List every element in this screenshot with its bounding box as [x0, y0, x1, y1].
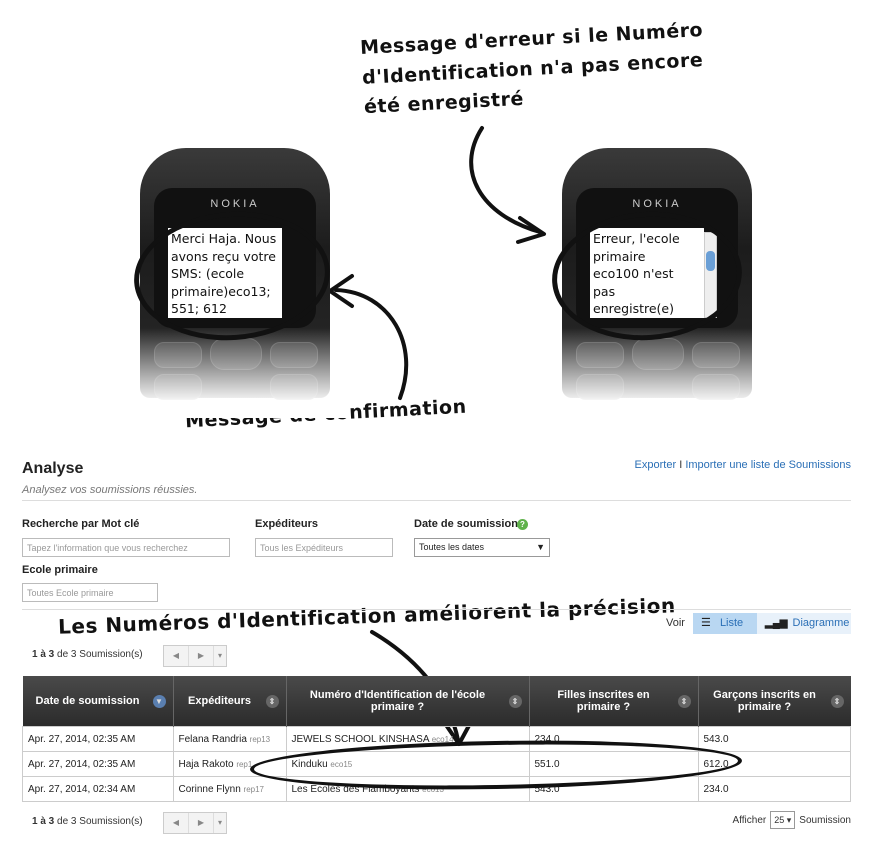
senders-input[interactable]: Tous les Expéditeurs — [255, 538, 393, 557]
view-list-button[interactable]: ☰ Liste — [693, 613, 757, 634]
help-icon[interactable]: ? — [517, 519, 528, 530]
page-title: Analyse — [22, 460, 84, 477]
prev-page-icon[interactable]: ◀ — [164, 646, 189, 666]
pagination-top[interactable]: ◀ ▶ ▾ — [163, 645, 227, 667]
col-boys[interactable]: Garçons inscrits en primaire ? ⇕ — [698, 676, 851, 727]
date-select[interactable]: Toutes les dates ▼ — [414, 538, 550, 557]
page-size-control: Afficher 25 ▾ Soumission — [732, 811, 851, 829]
phone-fade — [542, 328, 772, 418]
next-page-icon[interactable]: ▶ — [189, 813, 214, 833]
phone-fade — [120, 328, 350, 418]
school-input[interactable]: Toutes Ecole primaire — [22, 583, 158, 602]
col-sender[interactable]: Expéditeurs ⇕ — [173, 676, 287, 727]
view-label: Voir — [666, 617, 685, 629]
table-header-row: Date de soumission ▼ Expéditeurs ⇕ Numéro … — [22, 676, 851, 727]
view-chart-label: Diagramme — [792, 617, 850, 629]
col-girls[interactable]: Filles inscrites en primaire ? ⇕ — [529, 676, 699, 727]
cell-boys: 234.0 — [697, 776, 851, 802]
phone-brand: NOKIA — [632, 198, 682, 210]
cell-sender: Felana Randria rep13 — [172, 726, 287, 752]
cell-sender: Corinne Flynn rep17 — [172, 776, 287, 802]
annotation-error-line3: été enregistré — [363, 87, 525, 119]
export-link[interactable]: Exporter — [635, 459, 677, 471]
keyword-label: Recherche par Mot clé — [22, 518, 140, 530]
col-date[interactable]: Date de soumission ▼ — [22, 676, 174, 727]
sort-icon[interactable]: ⇕ — [265, 695, 279, 708]
page-menu-icon[interactable]: ▾ — [214, 813, 226, 833]
keyword-search-input[interactable]: Tapez l'information que vous recherchez — [22, 538, 230, 557]
sort-icon[interactable]: ⇕ — [508, 695, 522, 708]
cell-date: Apr. 27, 2014, 02:35 AM — [22, 726, 174, 752]
page-size-value: 25 — [774, 815, 785, 825]
arrowhead-error — [516, 216, 546, 244]
col-school-id[interactable]: Numéro d'Identification de l'école prima… — [286, 676, 530, 727]
view-chart-button[interactable]: ▂▄▆ Diagramme — [757, 613, 851, 634]
chevron-down-icon: ▾ — [786, 815, 792, 825]
pagination-bottom[interactable]: ◀ ▶ ▾ — [163, 812, 227, 834]
view-list-label: Liste — [719, 617, 744, 629]
arrowhead-confirm — [328, 274, 354, 308]
page-menu-icon[interactable]: ▾ — [214, 646, 226, 666]
page-size-select[interactable]: 25 ▾ — [770, 811, 796, 829]
header-divider — [22, 500, 851, 501]
prev-page-icon[interactable]: ◀ — [164, 813, 189, 833]
result-count-top: 1 à 3 de 3 Soumission(s) — [32, 649, 143, 660]
date-label: Date de soumission — [414, 518, 518, 530]
chevron-down-icon: ▼ — [536, 542, 545, 552]
filters-divider — [22, 609, 851, 610]
cell-date: Apr. 27, 2014, 02:34 AM — [22, 776, 174, 802]
phone-brand: NOKIA — [210, 198, 260, 210]
page-subtitle: Analysez vos soumissions réussies. — [22, 484, 198, 496]
link-separator: I — [679, 459, 683, 471]
cell-date: Apr. 27, 2014, 02:35 AM — [22, 751, 174, 777]
senders-label: Expéditeurs — [255, 518, 318, 530]
sort-desc-icon[interactable]: ▼ — [152, 695, 166, 708]
cell-boys: 543.0 — [697, 726, 851, 752]
import-submissions-link[interactable]: Importer une liste de Soumissions — [685, 459, 851, 471]
next-page-icon[interactable]: ▶ — [189, 646, 214, 666]
bar-chart-icon: ▂▄▆ — [765, 618, 788, 629]
arrow-to-error-phone — [469, 126, 542, 234]
list-icon: ☰ — [701, 617, 711, 629]
result-count-bottom: 1 à 3 de 3 Soumission(s) — [32, 816, 143, 827]
sort-icon[interactable]: ⇕ — [830, 695, 844, 708]
date-select-value: Toutes les dates — [419, 542, 485, 552]
sort-icon[interactable]: ⇕ — [677, 695, 691, 708]
school-label: Ecole primaire — [22, 564, 98, 576]
unit-label: Soumission — [799, 814, 851, 826]
header-links: Exporter I Importer une liste de Soumiss… — [635, 459, 851, 471]
show-label: Afficher — [732, 814, 767, 826]
